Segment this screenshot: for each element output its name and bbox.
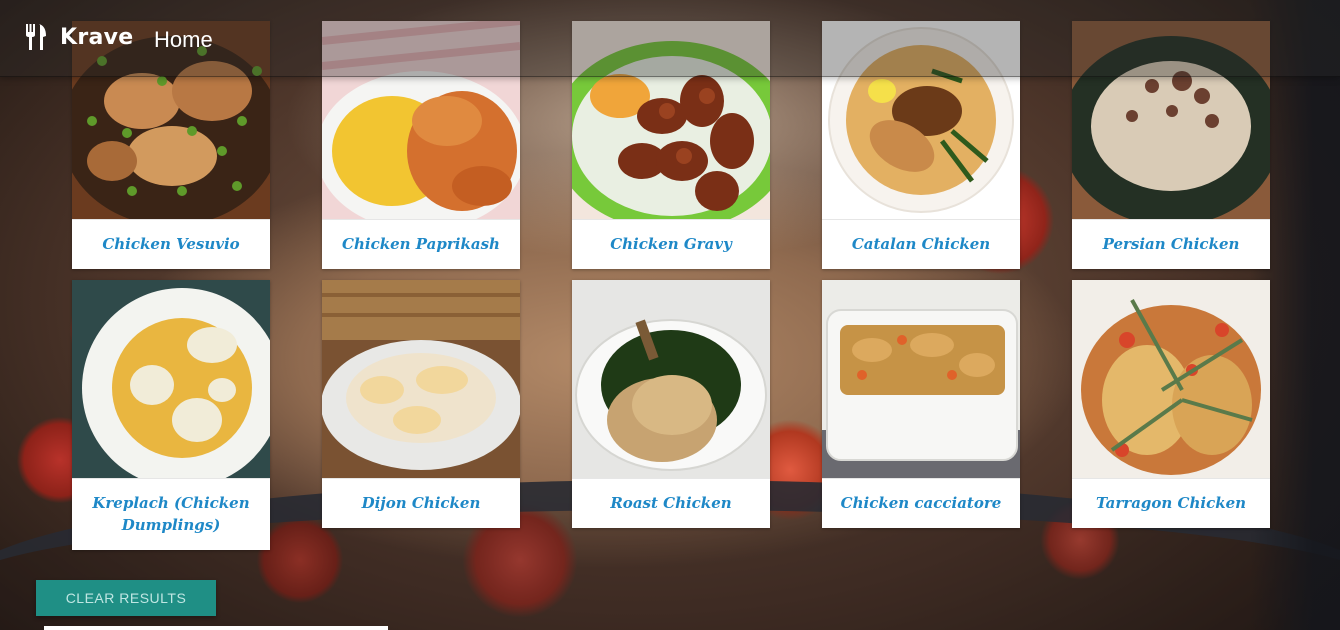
recipe-card[interactable]: Tarragon Chicken: [1072, 280, 1270, 528]
recipe-image[interactable]: [72, 280, 270, 478]
recipe-image[interactable]: [572, 280, 770, 478]
recipe-card[interactable]: Dijon Chicken: [322, 280, 520, 528]
recipe-grid: Chicken Vesuvio Chicken Paprikash Chicke…: [72, 21, 1272, 551]
nav-home-link[interactable]: Home: [154, 27, 213, 53]
recipe-image[interactable]: [1072, 280, 1270, 478]
recipe-title[interactable]: Chicken Paprikash: [322, 219, 520, 269]
recipe-title[interactable]: Kreplach (Chicken Dumplings): [72, 478, 270, 550]
brand-link[interactable]: Krave: [24, 24, 134, 50]
recipe-card[interactable]: Roast Chicken: [572, 280, 770, 528]
recipe-card[interactable]: Kreplach (Chicken Dumplings): [72, 280, 270, 550]
recipe-image[interactable]: [822, 280, 1020, 478]
recipe-card[interactable]: Chicken cacciatore: [822, 280, 1020, 528]
recipe-title[interactable]: Catalan Chicken: [822, 219, 1020, 269]
clear-results-button[interactable]: CLEAR RESULTS: [36, 580, 216, 616]
top-navbar: Krave Home: [0, 0, 1340, 77]
recipe-title[interactable]: Persian Chicken: [1072, 219, 1270, 269]
recipe-title[interactable]: Tarragon Chicken: [1072, 478, 1270, 528]
brand-name: Krave: [60, 24, 134, 50]
recipe-image[interactable]: [322, 280, 520, 478]
recipe-title[interactable]: Chicken Vesuvio: [72, 219, 270, 269]
recipe-title[interactable]: Dijon Chicken: [322, 478, 520, 528]
recipe-title[interactable]: Chicken cacciatore: [822, 478, 1020, 528]
recipe-title[interactable]: Roast Chicken: [572, 478, 770, 528]
fork-knife-icon: [26, 24, 46, 50]
bottom-panel-edge: [44, 626, 388, 630]
recipe-title[interactable]: Chicken Gravy: [572, 219, 770, 269]
